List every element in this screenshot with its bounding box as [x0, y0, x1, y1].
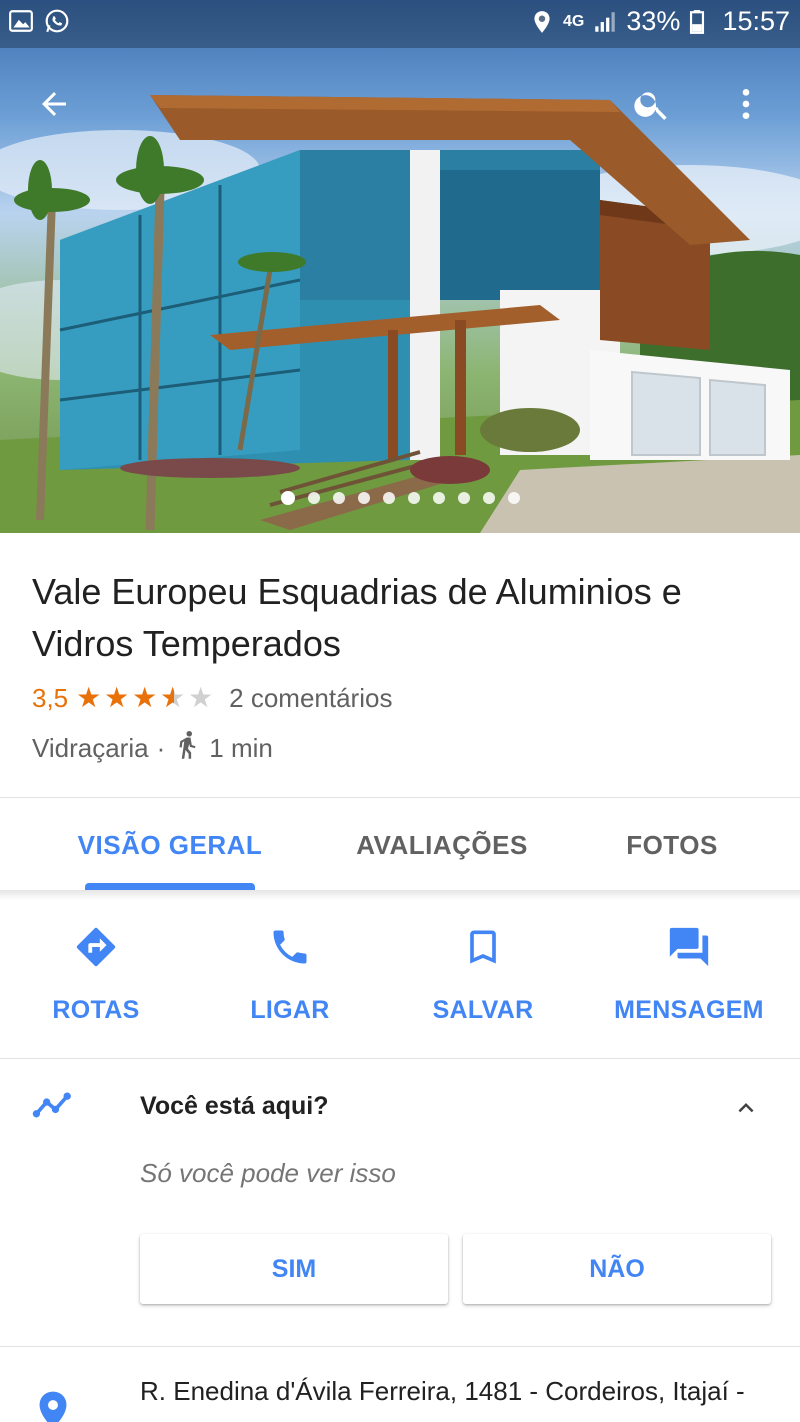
- back-button[interactable]: [26, 76, 82, 132]
- battery-percent: 33%: [626, 6, 681, 36]
- walk-time: 1 min: [209, 732, 273, 763]
- tab-overview[interactable]: VISÃO GERAL: [60, 798, 280, 892]
- timeline-icon: [32, 1090, 76, 1125]
- question-title: Você está aqui?: [140, 1092, 329, 1120]
- battery-icon: [688, 9, 714, 35]
- pagination-dot: [507, 492, 520, 504]
- phone-icon: [268, 920, 312, 974]
- yes-button[interactable]: SIM: [140, 1234, 448, 1304]
- meta-separator: ·: [156, 732, 166, 763]
- message-label: MENSAGEM: [614, 996, 764, 1024]
- location-pin-icon: [36, 1390, 70, 1422]
- meta-row: Vidraçaria · 1 min: [32, 730, 273, 766]
- save-button[interactable]: SALVAR: [423, 920, 543, 1040]
- photo-pagination: [0, 491, 800, 505]
- pagination-dot: [307, 492, 320, 504]
- call-button[interactable]: LIGAR: [230, 920, 350, 1040]
- tab-reviews[interactable]: AVALIAÇÕES: [332, 798, 552, 892]
- search-icon: [634, 92, 667, 120]
- rating-row[interactable]: 3,5 ★★★★★ 2 comentários: [32, 680, 392, 716]
- location-icon: [529, 9, 555, 35]
- signal-icon: [592, 9, 618, 35]
- message-icon: [666, 920, 712, 974]
- directions-button[interactable]: ROTAS: [36, 920, 156, 1040]
- directions-label: ROTAS: [52, 996, 140, 1024]
- star-icon: ★: [160, 683, 187, 714]
- pagination-dot: [432, 492, 445, 504]
- clock: 15:57: [722, 6, 790, 36]
- tabs-shadow: [0, 890, 800, 900]
- no-button[interactable]: NÃO: [463, 1234, 771, 1304]
- pagination-dot: [482, 492, 495, 504]
- message-button[interactable]: MENSAGEM: [604, 920, 774, 1040]
- chevron-up-icon: [738, 1103, 754, 1113]
- pagination-dot: [332, 492, 345, 504]
- search-button[interactable]: [624, 76, 680, 132]
- walking-icon: [177, 730, 199, 767]
- address-text[interactable]: R. Enedina d'Ávila Ferreira, 1481 - Cord…: [140, 1376, 745, 1407]
- building-photo: [0, 95, 800, 533]
- tab-indicator: [85, 883, 255, 890]
- directions-icon: [73, 920, 119, 974]
- whatsapp-icon: [44, 8, 70, 34]
- divider: [0, 1058, 800, 1059]
- more-vert-icon: [742, 89, 750, 119]
- place-title: Vale Europeu Esquadrias de Aluminios e V…: [32, 571, 682, 664]
- back-arrow-icon: [42, 92, 66, 116]
- more-options-button[interactable]: [718, 76, 774, 132]
- pagination-dot: [280, 491, 295, 505]
- 4g-icon: 4G: [563, 12, 585, 30]
- rating-value: 3,5: [32, 682, 69, 713]
- star-icon: ★: [132, 682, 158, 713]
- bookmark-icon: [461, 920, 505, 974]
- pagination-dot: [357, 492, 370, 504]
- star-icon: ★: [104, 682, 130, 713]
- save-label: SALVAR: [432, 996, 534, 1024]
- collapse-button[interactable]: [724, 1086, 768, 1130]
- place-category: Vidraçaria: [32, 732, 149, 763]
- question-subtitle: Só você pode ver isso: [140, 1158, 396, 1188]
- call-label: LIGAR: [250, 996, 330, 1024]
- pagination-dot: [407, 492, 420, 504]
- star-icon: ★: [76, 682, 102, 713]
- pagination-dot: [457, 492, 470, 504]
- rating-stars: ★ ★ ★ ★ ★: [76, 682, 215, 714]
- divider: [0, 1346, 800, 1347]
- tab-photos[interactable]: FOTOS: [582, 798, 762, 892]
- hero-photo[interactable]: 4G 33% 15:57: [0, 0, 800, 533]
- pagination-dot: [382, 492, 395, 504]
- gallery-icon: [8, 8, 34, 34]
- status-bar: 4G 33% 15:57: [0, 0, 800, 48]
- reviews-count[interactable]: 2 comentários: [229, 683, 392, 714]
- place-tabs: VISÃO GERAL AVALIAÇÕES FOTOS: [0, 798, 800, 892]
- star-icon: ★: [188, 682, 214, 713]
